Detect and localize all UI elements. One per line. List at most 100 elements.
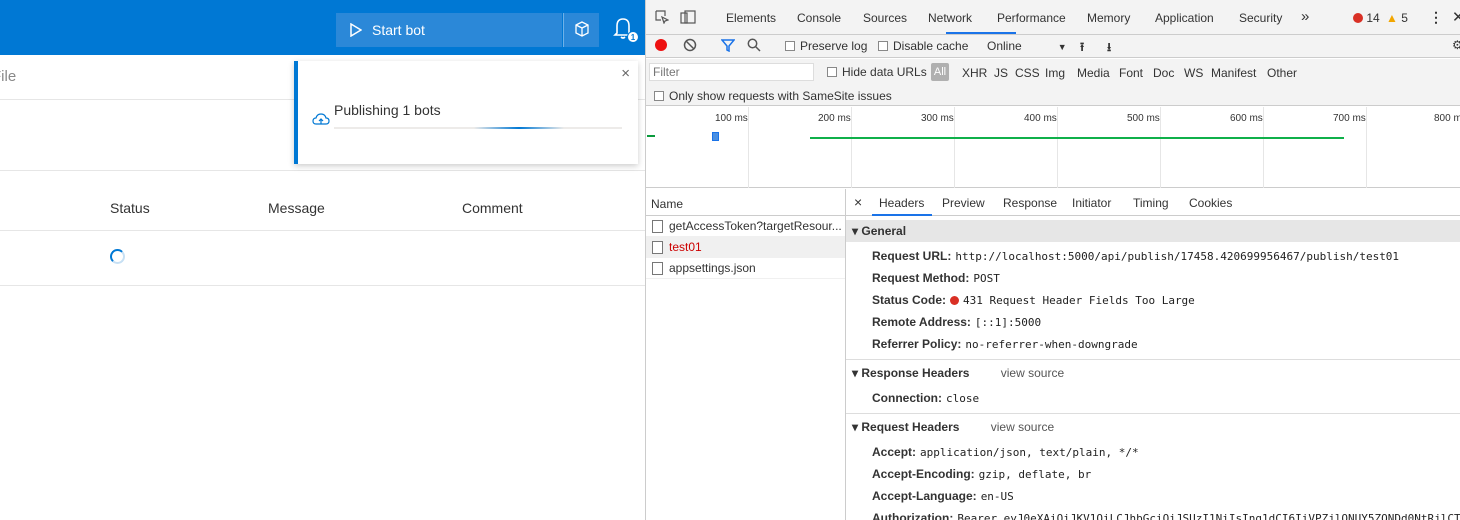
tab-response[interactable]: Response	[1003, 196, 1057, 210]
accept-encoding-row: Accept-Encoding: gzip, deflate, br	[872, 467, 1092, 481]
inspect-element-icon[interactable]	[655, 10, 670, 27]
notification-count-badge: 1	[627, 31, 639, 43]
hide-data-urls-checkbox[interactable]: Hide data URLs	[827, 65, 927, 79]
tab-performance[interactable]: Performance	[997, 11, 1066, 25]
timeline-tick-label: 600 ms	[1230, 113, 1263, 124]
tab-preview[interactable]: Preview	[942, 196, 985, 210]
clear-icon[interactable]	[683, 38, 697, 55]
filter-type-css[interactable]: CSS	[1015, 66, 1040, 80]
filter-type-js[interactable]: JS	[994, 66, 1008, 80]
filter-type-img[interactable]: Img	[1045, 66, 1065, 80]
tab-timing[interactable]: Timing	[1133, 196, 1169, 210]
request-row[interactable]: appsettings.json	[646, 258, 845, 279]
request-row-selected[interactable]: test01	[646, 237, 845, 258]
view-source-link[interactable]: view source	[991, 420, 1054, 434]
tab-sources[interactable]: Sources	[863, 11, 907, 25]
tab-cookies[interactable]: Cookies	[1189, 196, 1232, 210]
loading-spinner-icon	[110, 249, 125, 264]
package-button[interactable]	[563, 13, 599, 47]
network-toolbar: Preserve log Disable cache Online▼ ⭱ ⭳ ⚙	[646, 35, 1460, 58]
filter-type-font[interactable]: Font	[1119, 66, 1143, 80]
filter-type-ws[interactable]: WS	[1184, 66, 1203, 80]
timeline-tick-label: 700 ms	[1333, 113, 1366, 124]
file-label: File	[0, 68, 17, 85]
preserve-log-checkbox[interactable]: Preserve log	[785, 39, 867, 53]
tab-network[interactable]: Network	[928, 11, 972, 25]
network-timeline-overview[interactable]: 100 ms 200 ms 300 ms 400 ms 500 ms 600 m…	[646, 107, 1460, 188]
request-row[interactable]: getAccessToken?targetResour...	[646, 216, 845, 237]
tab-security[interactable]: Security	[1239, 11, 1282, 25]
app-header: Start bot 1	[0, 0, 645, 55]
tab-memory[interactable]: Memory	[1087, 11, 1130, 25]
remote-address-row: Remote Address: [::1]:5000	[872, 315, 1042, 329]
timeline-tick-label: 100 ms	[715, 113, 748, 124]
filter-type-media[interactable]: Media	[1077, 66, 1110, 80]
close-icon[interactable]: ✕	[1452, 8, 1460, 26]
timeline-bar	[647, 135, 655, 137]
request-headers-section-header[interactable]: ▾ Request Headers view source	[846, 416, 1460, 438]
column-header-message[interactable]: Message	[268, 200, 325, 216]
active-tab-indicator	[872, 214, 932, 216]
triangle-down-icon: ▾	[852, 420, 859, 434]
error-counter[interactable]: 14	[1353, 11, 1380, 25]
progress-track	[334, 127, 622, 129]
document-icon	[652, 261, 663, 275]
request-method-row: Request Method: POST	[872, 271, 1000, 285]
close-icon[interactable]: ×	[621, 65, 630, 82]
filter-type-manifest[interactable]: Manifest	[1211, 66, 1256, 80]
filter-type-doc[interactable]: Doc	[1153, 66, 1174, 80]
export-har-icon[interactable]: ⭳	[1107, 38, 1111, 59]
timeline-gridline	[851, 107, 852, 188]
warning-icon: ▲	[1386, 11, 1398, 25]
publishing-toast: × Publishing 1 bots	[294, 61, 638, 164]
timeline-gridline	[1366, 107, 1367, 188]
settings-gear-icon[interactable]: ⚙	[1452, 38, 1460, 52]
record-icon[interactable]	[655, 39, 667, 54]
column-header-comment[interactable]: Comment	[462, 200, 523, 216]
triangle-down-icon: ▾	[852, 366, 859, 380]
tab-application[interactable]: Application	[1155, 11, 1214, 25]
filter-type-all[interactable]: All	[931, 63, 949, 81]
tab-console[interactable]: Console	[797, 11, 841, 25]
tab-headers[interactable]: Headers	[879, 196, 924, 210]
filter-type-other[interactable]: Other	[1267, 66, 1297, 80]
notifications-button[interactable]: 1	[612, 16, 642, 46]
import-har-icon[interactable]: ⭱	[1080, 38, 1084, 59]
response-headers-section-header[interactable]: ▾ Response Headers view source	[846, 362, 1460, 384]
toast-message: Publishing 1 bots	[334, 102, 441, 118]
filter-bar: Hide data URLs All XHR JS CSS Img Media …	[646, 59, 1460, 106]
samesite-issues-checkbox[interactable]: Only show requests with SameSite issues	[654, 89, 892, 103]
tab-elements[interactable]: Elements	[726, 11, 776, 25]
document-icon	[652, 240, 663, 254]
timeline-tick-label: 500 ms	[1127, 113, 1160, 124]
column-header-name[interactable]: Name	[646, 189, 845, 216]
timeline-tick-label: 200 ms	[818, 113, 851, 124]
general-section-header[interactable]: ▾ General	[846, 220, 1460, 242]
divider	[846, 413, 1460, 414]
divider	[0, 285, 645, 286]
start-bot-label: Start bot	[372, 22, 425, 38]
disable-cache-checkbox[interactable]: Disable cache	[878, 39, 968, 53]
start-bot-button[interactable]: Start bot	[336, 13, 562, 47]
close-icon[interactable]: ×	[854, 194, 862, 210]
package-icon	[573, 20, 591, 41]
search-icon[interactable]	[747, 38, 761, 55]
status-code-row: Status Code: 431 Request Header Fields To…	[872, 293, 1195, 307]
column-header-status[interactable]: Status	[110, 200, 150, 216]
more-tabs-button[interactable]: »	[1301, 8, 1309, 25]
devtools-tabbar: Elements Console Sources Network Perform…	[646, 0, 1460, 35]
filter-icon[interactable]	[720, 38, 736, 55]
device-toolbar-icon[interactable]	[680, 10, 696, 27]
kebab-menu-icon[interactable]: ⋮	[1429, 9, 1443, 26]
tab-initiator[interactable]: Initiator	[1072, 196, 1111, 210]
filter-input[interactable]	[649, 63, 814, 81]
request-list: Name getAccessToken?targetResour... test…	[646, 189, 846, 520]
timeline-gridline	[748, 107, 749, 188]
divider	[846, 359, 1460, 360]
referrer-policy-row: Referrer Policy: no-referrer-when-downgra…	[872, 337, 1138, 351]
warning-counter[interactable]: ▲ 5	[1386, 11, 1408, 25]
filter-type-xhr[interactable]: XHR	[962, 66, 987, 80]
authorization-row: Authorization: Bearer eyJ0eXAiOiJKV1QiLCJ…	[872, 511, 1460, 520]
throttling-select[interactable]: Online ▼	[987, 39, 1067, 53]
view-source-link[interactable]: view source	[1001, 366, 1064, 380]
